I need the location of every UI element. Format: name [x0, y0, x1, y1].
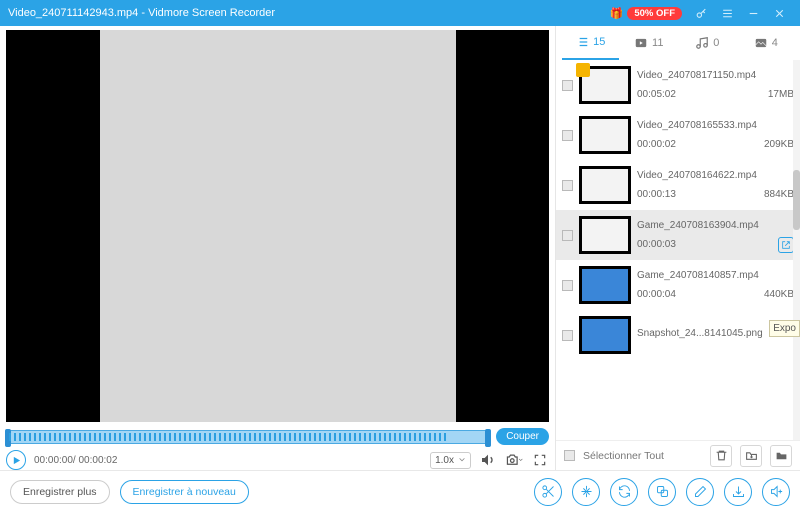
item-name: Game_240708140857.mp4 — [637, 268, 794, 283]
list-item[interactable]: Video_240708165533.mp4 00:00:02 209KB — [556, 110, 800, 160]
item-checkbox[interactable] — [562, 330, 573, 341]
play-button[interactable] — [6, 450, 26, 470]
item-name: Video_240708165533.mp4 — [637, 118, 794, 133]
item-checkbox[interactable] — [562, 280, 573, 291]
list-item[interactable]: Game_240708140857.mp4 00:00:04 440KB — [556, 260, 800, 310]
fullscreen-icon[interactable] — [531, 451, 549, 469]
chevron-down-icon — [458, 456, 466, 464]
video-player[interactable] — [6, 30, 549, 422]
item-thumbnail — [579, 216, 631, 254]
item-duration: 00:00:04 — [637, 287, 676, 302]
list-icon — [575, 35, 589, 49]
list-item[interactable]: Video_240708164622.mp4 00:00:13 884KB — [556, 160, 800, 210]
trim-bar: Couper — [6, 428, 549, 445]
record-again-button[interactable]: Enregistrer à nouveau — [120, 480, 249, 504]
merge-tool[interactable] — [648, 478, 676, 506]
item-thumbnail — [579, 116, 631, 154]
crown-icon — [576, 63, 590, 77]
delete-button[interactable] — [710, 445, 732, 467]
item-checkbox[interactable] — [562, 230, 573, 241]
select-all-bar: Sélectionner Tout — [556, 440, 800, 470]
filename: Video_240711142943.mp4 — [8, 7, 138, 19]
item-duration: 00:00:13 — [637, 187, 676, 202]
compress-tool[interactable] — [572, 478, 600, 506]
minimize-icon[interactable] — [740, 0, 766, 26]
export-tooltip: Expo — [769, 320, 800, 337]
item-checkbox[interactable] — [562, 180, 573, 191]
close-icon[interactable] — [766, 0, 792, 26]
select-all-checkbox[interactable] — [564, 450, 575, 461]
item-size: 209KB — [764, 137, 794, 152]
item-checkbox[interactable] — [562, 80, 573, 91]
menu-icon[interactable] — [714, 0, 740, 26]
scrollbar-thumb[interactable] — [793, 170, 800, 230]
item-meta: Video_240708164622.mp4 00:00:13 884KB — [637, 168, 794, 202]
tab-all[interactable]: 15 — [562, 26, 619, 60]
item-duration: 00:00:03 — [637, 237, 676, 253]
item-checkbox[interactable] — [562, 130, 573, 141]
item-name: Video_240708171150.mp4 — [637, 68, 794, 83]
item-meta: Game_240708163904.mp4 00:00:03 — [637, 218, 794, 253]
cut-button[interactable]: Couper — [496, 428, 549, 445]
open-folder-button[interactable] — [740, 445, 762, 467]
item-meta: Video_240708171150.mp4 00:05:02 17MB — [637, 68, 794, 102]
record-more-button[interactable]: Enregistrer plus — [10, 480, 110, 504]
item-thumbnail — [579, 316, 631, 354]
trim-tool[interactable] — [534, 478, 562, 506]
folder-button[interactable] — [770, 445, 792, 467]
item-size: 884KB — [764, 187, 794, 202]
bottom-toolbar: Enregistrer plus Enregistrer à nouveau — [0, 470, 800, 512]
tab-image[interactable]: 4 — [738, 26, 795, 60]
history-pane: 15 11 0 4 Video_240708171150.mp4 00:05:02… — [555, 26, 800, 470]
item-meta: Game_240708140857.mp4 00:00:04 440KB — [637, 268, 794, 302]
volume-icon[interactable] — [479, 451, 497, 469]
list-item[interactable]: Video_240708171150.mp4 00:05:02 17MB — [556, 60, 800, 110]
list-item[interactable]: Game_240708163904.mp4 00:00:03 — [556, 210, 800, 260]
promo-badge[interactable]: 50% OFF — [627, 7, 682, 20]
item-size: 17MB — [768, 87, 794, 102]
item-thumbnail — [579, 166, 631, 204]
item-name: Video_240708164622.mp4 — [637, 168, 794, 183]
tab-audio[interactable]: 0 — [679, 26, 736, 60]
item-meta: Video_240708165533.mp4 00:00:02 209KB — [637, 118, 794, 152]
app-name: Vidmore Screen Recorder — [148, 7, 275, 19]
item-duration: 00:00:02 — [637, 137, 676, 152]
item-thumbnail — [579, 66, 631, 104]
video-canvas — [100, 30, 456, 422]
gift-icon: 🎁 — [610, 7, 624, 20]
main: Couper 00:00:00/ 00:00:02 1.0x 15 11 0 4… — [0, 26, 800, 470]
trim-track[interactable] — [6, 430, 490, 444]
player-controls: 00:00:00/ 00:00:02 1.0x — [6, 450, 549, 470]
tab-video[interactable]: 11 — [621, 26, 678, 60]
share-icon[interactable] — [778, 237, 794, 253]
item-duration: 00:05:02 — [637, 87, 676, 102]
image-icon — [754, 36, 768, 50]
select-all-label: Sélectionner Tout — [583, 450, 664, 462]
music-icon — [695, 36, 709, 50]
convert-tool[interactable] — [610, 478, 638, 506]
item-size: 440KB — [764, 287, 794, 302]
filter-tabs: 15 11 0 4 — [556, 26, 800, 60]
edit-tool[interactable] — [686, 478, 714, 506]
title: Video_240711142943.mp4 - Vidmore Screen … — [8, 7, 610, 19]
scrollbar-track — [793, 60, 800, 440]
item-thumbnail — [579, 266, 631, 304]
item-name: Game_240708163904.mp4 — [637, 218, 794, 233]
recordings-list: Video_240708171150.mp400:05:0217MBVideo_… — [556, 60, 800, 440]
titlebar: Video_240711142943.mp4 - Vidmore Screen … — [0, 0, 800, 26]
export-tool[interactable] — [724, 478, 752, 506]
snapshot-icon[interactable] — [505, 451, 523, 469]
speed-selector[interactable]: 1.0x — [430, 452, 471, 469]
time-display: 00:00:00/ 00:00:02 — [34, 455, 422, 466]
player-pane: Couper 00:00:00/ 00:00:02 1.0x — [0, 26, 555, 470]
video-icon — [634, 36, 648, 50]
list-item[interactable]: Snapshot_24...8141045.png — [556, 310, 800, 360]
sound-tool[interactable] — [762, 478, 790, 506]
key-icon[interactable] — [688, 0, 714, 26]
